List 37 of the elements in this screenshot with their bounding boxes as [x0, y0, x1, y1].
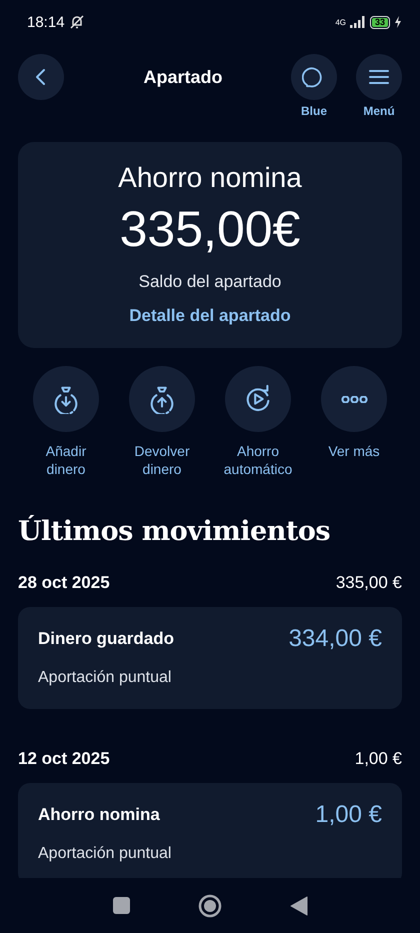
balance-amount: 335,00€ — [120, 200, 300, 258]
movement-title: Ahorro nomina — [38, 805, 160, 825]
bell-muted-icon — [68, 14, 85, 30]
more-icon — [340, 396, 368, 402]
charging-icon — [394, 16, 402, 28]
quick-action[interactable]: Ver más — [306, 366, 402, 478]
action-label: Blue — [300, 104, 327, 118]
detail-link[interactable]: Detalle del apartado — [129, 306, 291, 326]
movement-amount: 1,00 € — [315, 801, 382, 829]
recents-icon[interactable] — [112, 897, 130, 914]
account-name: Ahorro nomina — [118, 162, 302, 194]
status-time: 18:14 — [27, 14, 65, 30]
date-heading: 28 oct 2025 — [18, 573, 110, 593]
chat-button[interactable] — [291, 54, 337, 100]
day-total: 1,00 € — [354, 749, 402, 769]
signal-icon — [350, 16, 366, 28]
balance-caption: Saldo del apartado — [138, 272, 282, 292]
back-button[interactable] — [18, 54, 64, 100]
date-heading: 12 oct 2025 — [18, 749, 110, 769]
movement-card[interactable]: Dinero guardado 334,00 € Aportación puntual — [18, 607, 402, 709]
quick-action[interactable]: Ahorro automático — [210, 366, 306, 478]
battery-indicator: 33 — [370, 16, 390, 28]
movement-subtitle: Aportación puntual — [38, 845, 172, 863]
section-title: Últimos movimientos — [18, 516, 332, 547]
quick-action[interactable]: Devolver dinero — [114, 366, 210, 478]
back-nav-icon[interactable] — [290, 896, 308, 916]
day-total: 335,00 € — [336, 573, 402, 593]
home-icon[interactable] — [198, 894, 222, 918]
quick-action[interactable]: Añadir dinero — [18, 366, 114, 478]
action-label: Menú — [363, 104, 395, 118]
network-label: 4G — [335, 18, 346, 26]
movement-amount: 334,00 € — [288, 625, 382, 653]
movement-subtitle: Aportación puntual — [38, 669, 172, 687]
page-title: Apartado — [142, 67, 224, 88]
movement-card[interactable]: Ahorro nomina 1,00 € Aportación puntual — [18, 783, 402, 878]
menu-button[interactable] — [356, 54, 402, 100]
movement-title: Dinero guardado — [38, 629, 174, 649]
